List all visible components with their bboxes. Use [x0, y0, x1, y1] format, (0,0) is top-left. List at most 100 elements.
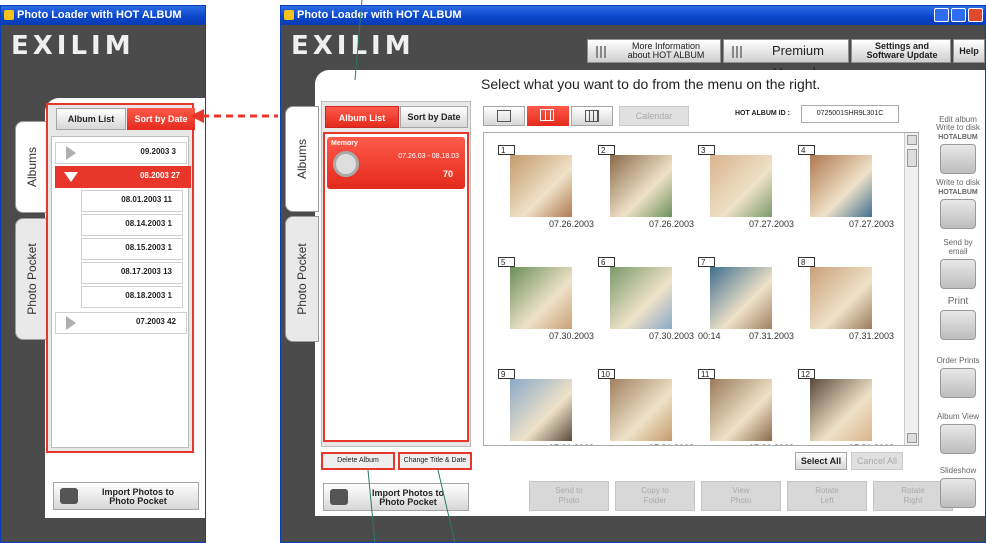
photo-image	[510, 379, 572, 441]
calendar-button[interactable]: Calendar	[619, 106, 689, 126]
side-menu: Edit album Write to disk HOTALBUM Write …	[929, 106, 985, 516]
app-icon	[4, 10, 14, 20]
app-icon	[284, 10, 294, 20]
tree-date-08-14-2003[interactable]: 08.14.2003 1	[81, 214, 183, 236]
view-photo-button[interactable]: View Photo	[701, 481, 781, 511]
photo-image	[610, 267, 672, 329]
photo-number: 4	[798, 145, 815, 155]
maximize-button[interactable]	[951, 8, 966, 22]
tree-date-08-15-2003[interactable]: 08.15.2003 1	[81, 238, 183, 260]
left-title-bar: Photo Loader with HOT ALBUM	[1, 6, 205, 25]
copy-to-folder-button[interactable]: Copy to Folder	[615, 481, 695, 511]
photo-thumbnail[interactable]: 10 07.31.2003	[598, 369, 694, 445]
scroll-thumb[interactable]	[907, 149, 917, 167]
tab-photo-pocket-right[interactable]: Photo Pocket	[285, 216, 319, 342]
minimize-button[interactable]	[934, 8, 949, 22]
import-label: Import Photos to Photo Pocket	[102, 487, 174, 506]
photo-thumbnail[interactable]: 6 07.30.2003	[598, 257, 694, 341]
photo-image	[610, 155, 672, 217]
grid-scrollbar[interactable]	[904, 133, 918, 445]
action-label: Rotate Right	[901, 486, 925, 505]
help-button[interactable]: Help	[953, 39, 985, 63]
photo-number: 6	[598, 257, 615, 267]
left-app-window: Photo Loader with HOT ALBUM EXILIM Album…	[0, 5, 206, 543]
album-view-icon	[940, 424, 976, 454]
hotalbum-disc-icon	[940, 144, 976, 174]
expand-arrow-icon	[66, 146, 76, 160]
tab-albums-right[interactable]: Albums	[285, 106, 319, 212]
slideshow-button[interactable]: Slideshow	[933, 466, 983, 508]
tree-month-09-2003[interactable]: 09.2003 3	[55, 142, 187, 164]
view-medium-button[interactable]	[527, 106, 569, 126]
photo-thumbnail[interactable]: 3 07.27.2003	[698, 145, 794, 229]
rotate-left-button[interactable]: Rotate Left	[787, 481, 867, 511]
write-to-disk-button[interactable]: Write to disk HOTALBUM	[933, 178, 983, 229]
photo-thumbnail[interactable]: 12 07.31.2003	[798, 369, 894, 445]
action-label: Send to Photo	[555, 486, 583, 505]
photo-image	[710, 379, 772, 441]
action-label: Rotate Left	[815, 486, 839, 505]
edit-album-write-button[interactable]: Edit album Write to disk HOTALBUM	[933, 116, 983, 174]
premium-upgrade-button[interactable]: Premium Upgrade	[723, 39, 849, 80]
view-large-button[interactable]	[483, 106, 525, 126]
callout-line-top	[354, 0, 363, 81]
photo-thumbnail[interactable]: 1 07.26.2003	[498, 145, 594, 229]
callout-line-change	[437, 469, 456, 543]
hotalbum-badge: HOTALBUM	[938, 189, 978, 196]
album-view-button[interactable]: Album View	[933, 412, 983, 454]
close-button[interactable]	[968, 8, 983, 22]
more-info-button[interactable]: More Information about HOT ALBUM	[587, 39, 721, 63]
tree-date-08-17-2003[interactable]: 08.17.2003 13	[81, 262, 183, 284]
write-to-disk-label: Write to disk	[936, 178, 980, 187]
action-label: Copy to Folder	[641, 486, 669, 505]
order-prints-button[interactable]: Order Prints	[933, 356, 983, 398]
tree-date-08-01-2003[interactable]: 08.01.2003 11	[81, 190, 183, 212]
small-grid-icon	[585, 110, 599, 122]
photo-image	[510, 267, 572, 329]
envelope-icon	[940, 259, 976, 289]
photo-thumbnail[interactable]: 8 07.31.2003	[798, 257, 894, 341]
scroll-up-arrow-icon[interactable]	[907, 135, 917, 145]
callout-line-delete	[367, 469, 376, 543]
settings-update-button[interactable]: Settings and Software Update	[851, 39, 951, 63]
photo-date: 07.31.2003	[749, 443, 794, 445]
photo-thumbnail[interactable]: 9 07.31.2003	[498, 369, 594, 445]
sort-by-date-button-left[interactable]: Sort by Date	[127, 108, 195, 130]
tree-month-08-2003[interactable]: 08.2003 27	[55, 166, 191, 188]
album-list-button-left[interactable]: Album List	[56, 108, 126, 130]
print-button[interactable]: Print	[933, 296, 983, 340]
photo-image	[610, 379, 672, 441]
tree-month-07-2003[interactable]: 07.2003 42	[55, 312, 187, 334]
photo-date: 07.27.2003	[848, 219, 894, 229]
select-all-button[interactable]: Select All	[795, 452, 847, 470]
tab-photo-pocket-left-label: Photo Pocket	[25, 243, 39, 315]
callout-arrow	[190, 109, 278, 123]
photo-thumbnail[interactable]: 2 07.26.2003	[598, 145, 694, 229]
import-photos-button-left[interactable]: Import Photos to Photo Pocket	[53, 482, 199, 510]
photo-thumbnail[interactable]: 5 07.30.2003	[498, 257, 594, 341]
camera-icon	[60, 488, 78, 504]
photo-number: 12	[798, 369, 815, 379]
tab-photo-pocket-left[interactable]: Photo Pocket	[15, 218, 49, 340]
tab-albums-left[interactable]: Albums	[15, 121, 49, 213]
photo-thumbnail[interactable]: 4 07.27.2003	[798, 145, 894, 229]
edit-album-label: Edit album Write to disk	[936, 115, 980, 132]
photo-date: 07.31.2003	[549, 443, 594, 445]
tab-photo-pocket-right-label: Photo Pocket	[295, 243, 309, 315]
photo-thumbnail[interactable]: 7 07.31.2003 00:14	[698, 257, 794, 341]
photo-date: 07.31.2003	[848, 331, 894, 341]
send-by-email-button[interactable]: Send by email	[933, 238, 983, 289]
photo-date: 07.31.2003	[849, 443, 894, 445]
arrow-head-icon	[190, 109, 204, 123]
tab-albums-left-label: Albums	[25, 146, 39, 188]
cancel-all-button[interactable]: Cancel All	[851, 452, 903, 470]
hot-album-id-field[interactable]: 0725001SHR9L301C	[801, 105, 899, 123]
tree-date-08-18-2003[interactable]: 08.18.2003 1	[81, 286, 183, 308]
scroll-down-arrow-icon[interactable]	[907, 433, 917, 443]
photo-image	[810, 267, 872, 329]
view-small-button[interactable]	[571, 106, 613, 126]
send-to-photo-button[interactable]: Send to Photo	[529, 481, 609, 511]
photo-number: 3	[698, 145, 715, 155]
photo-thumbnail[interactable]: 11 07.31.2003	[698, 369, 794, 445]
tree-label: 08.17.2003 13	[120, 267, 172, 276]
